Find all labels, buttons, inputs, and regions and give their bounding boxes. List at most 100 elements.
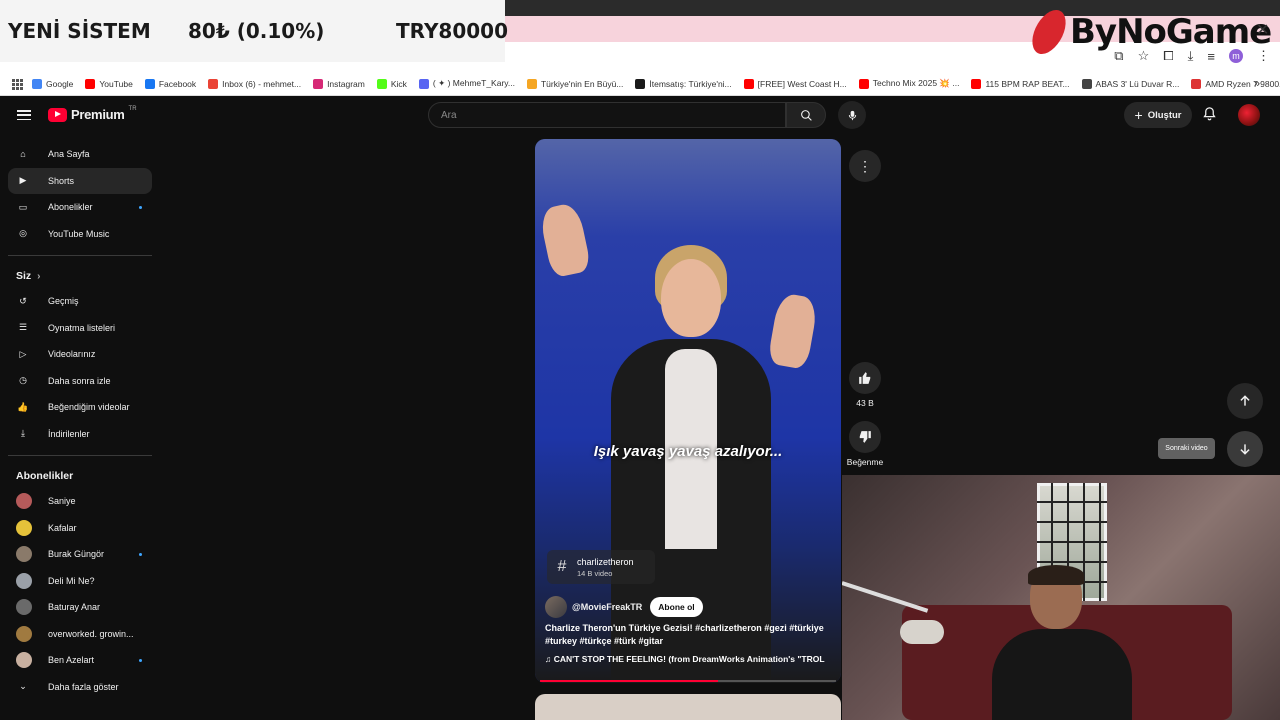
sidebar-item-label: Deli Mi Ne? <box>48 575 95 586</box>
subscription-item[interactable]: Deli Mi Ne? <box>8 568 152 595</box>
more-options-button[interactable]: ⋮ <box>849 150 881 182</box>
apps-grid-icon[interactable] <box>12 78 23 90</box>
voice-search-button[interactable] <box>838 101 866 129</box>
show-more-button[interactable]: ⌄ Daha fazla göster <box>8 674 152 701</box>
chevron-down-icon: ⌄ <box>19 681 27 692</box>
bynogame-mark-icon <box>1026 10 1072 54</box>
sidebar-item[interactable]: ▭ Abonelikler <box>8 194 152 221</box>
sidebar-item[interactable]: ◷ Daha sonra izle <box>8 368 152 395</box>
hamburger-menu-icon[interactable] <box>17 110 31 120</box>
bookmark-item[interactable]: Techno Mix 2025 💥 ... <box>858 78 960 89</box>
close-icon[interactable]: ✕ <box>1256 20 1269 40</box>
music-note-icon: ♫ <box>545 654 554 664</box>
arrow-down-icon <box>1240 444 1250 455</box>
music-row[interactable]: ♫ CAN'T STOP THE FEELING! (from DreamWor… <box>545 654 835 664</box>
star-icon[interactable]: ☆ <box>1138 48 1150 64</box>
bookmark-item[interactable]: Türkiye'nin En Büyü... <box>526 78 623 89</box>
sidebar-item-label: İndirilenler <box>48 428 90 439</box>
subscription-item[interactable]: Baturay Anar <box>8 594 152 621</box>
bookmark-item[interactable]: AMD Ryzen 7 9800... <box>1191 78 1280 89</box>
music-icon: ◎ <box>19 228 27 239</box>
bookmark-item[interactable]: [FREE] West Coast H... <box>743 78 847 89</box>
downloads-icon[interactable]: ⤓ <box>1188 48 1194 64</box>
channel-name[interactable]: @MovieFreakTR <box>572 602 642 612</box>
new-content-dot <box>139 552 142 556</box>
short-video-player[interactable]: Işık yavaş yavaş azalıyor... # charlizet… <box>535 139 841 683</box>
bookmark-item[interactable]: YouTube <box>85 78 133 89</box>
subscription-item[interactable]: Kafalar <box>8 515 152 542</box>
cast-icon[interactable]: ⧉ <box>1114 48 1123 64</box>
bookmark-item[interactable]: Inbox (6) - mehmet... <box>208 78 302 89</box>
subscription-item[interactable]: Burak Güngör <box>8 541 152 568</box>
channel-avatar <box>16 625 32 642</box>
like-button[interactable] <box>849 362 881 394</box>
stream-ticker-overlay: YENİ SİSTEM 80₺ (0.10%) TRY80000 <box>0 0 508 62</box>
search-input[interactable] <box>429 103 785 127</box>
subscription-item[interactable]: Saniye <box>8 488 152 515</box>
sidebar-item[interactable]: ◎ YouTube Music <box>8 221 152 248</box>
previous-video-button[interactable] <box>1227 383 1263 419</box>
sidebar-item[interactable]: ↺ Geçmiş <box>8 288 152 315</box>
search-button[interactable] <box>786 102 826 128</box>
bookmark-favicon-icon <box>418 78 429 89</box>
bookmark-item[interactable]: Google <box>32 78 73 89</box>
subscription-item[interactable]: overworked. growin... <box>8 621 152 648</box>
create-button[interactable]: + Oluştur <box>1124 102 1192 128</box>
sidebar-item[interactable]: ⌂ Ana Sayfa <box>8 141 152 168</box>
sidebar: ⌂ Ana Sayfa ▶ Shorts ▭ Abonelikler ◎ YouTube Mu… <box>8 141 152 700</box>
bookmark-item[interactable]: Instagram <box>313 78 365 89</box>
bookmark-favicon-icon <box>971 78 982 89</box>
bookmark-favicon-icon <box>208 78 219 89</box>
video-progress-bar[interactable] <box>540 680 836 682</box>
bookmark-item[interactable]: 115 BPM RAP BEAT... <box>971 78 1070 89</box>
bookmark-item[interactable]: ( ✦ ) MehmeT_Kary... <box>418 78 515 89</box>
subject-face <box>661 259 721 337</box>
bookmark-label: [FREE] West Coast H... <box>757 78 847 89</box>
next-short-preview[interactable] <box>535 694 841 720</box>
hashtag-chip[interactable]: # charlizetheron 14 B video <box>547 550 655 584</box>
youtube-premium-logo[interactable]: Premium TR <box>48 106 137 122</box>
next-video-button[interactable] <box>1227 431 1263 467</box>
browser-profile-avatar[interactable]: m <box>1229 49 1243 63</box>
subscribe-button[interactable]: Abone ol <box>650 597 703 617</box>
channel-avatar[interactable] <box>545 596 567 618</box>
video-description[interactable]: Charlize Theron'un Türkiye Gezisi! #char… <box>545 622 835 648</box>
history-icon: ↺ <box>19 295 27 306</box>
profile-avatar[interactable] <box>1238 104 1260 126</box>
bookmark-favicon-icon <box>32 78 42 89</box>
bookmark-label: Techno Mix 2025 💥 ... <box>872 78 960 88</box>
sidebar-item-label: Oynatma listeleri <box>48 322 116 333</box>
chevron-right-icon: › <box>37 270 41 282</box>
bookmark-item[interactable]: İtemsatış: Türkiye'ni... <box>635 78 732 89</box>
bookmark-label: Inbox (6) - mehmet... <box>222 78 302 89</box>
channel-avatar <box>16 599 32 616</box>
sidebar-item-label: overworked. growin... <box>48 628 134 639</box>
microphone-icon <box>848 110 856 120</box>
subscription-item[interactable]: Ben Azelart <box>8 647 152 674</box>
kebab-menu-icon[interactable]: ⋮ <box>1257 48 1270 64</box>
liked-icon: 👍 <box>17 401 29 412</box>
sidebar-item[interactable]: ⤓ İndirilenler <box>8 421 152 448</box>
kebab-menu-icon: ⋮ <box>858 157 872 174</box>
media-icon[interactable]: ≡ <box>1207 49 1215 64</box>
subscriptions-icon: ▭ <box>18 201 28 212</box>
hashtag-icon: # <box>557 558 567 575</box>
dislike-button[interactable] <box>849 421 881 453</box>
channel-avatar <box>16 652 32 669</box>
sidebar-item-label: Saniye <box>48 496 76 507</box>
bookmark-item[interactable]: Facebook <box>144 78 196 89</box>
you-section-header[interactable]: Siz › <box>8 264 152 288</box>
sidebar-item[interactable]: ▷ Videolarınız <box>8 341 152 368</box>
notifications-bell-icon[interactable] <box>1202 106 1217 126</box>
bookmark-favicon-icon <box>376 78 387 89</box>
sidebar-item[interactable]: ▶ Shorts <box>8 167 152 194</box>
bookmark-item[interactable]: Kick <box>376 78 407 89</box>
sidebar-item[interactable]: ☰ Oynatma listeleri <box>8 315 152 342</box>
bookmarks-bar: Google YouTube Facebook Inbox (6) - mehmet.… <box>0 72 1280 96</box>
bookmarks-more-icon[interactable]: » <box>1254 78 1260 90</box>
bookmark-item[interactable]: ABAS 3' Lü Duvar R... <box>1081 78 1179 89</box>
extensions-icon[interactable]: ⧠ <box>1163 48 1173 64</box>
bookmark-label: Instagram <box>327 78 365 89</box>
sidebar-item[interactable]: 👍 Beğendiğim videolar <box>8 394 152 421</box>
microphone <box>900 620 944 644</box>
